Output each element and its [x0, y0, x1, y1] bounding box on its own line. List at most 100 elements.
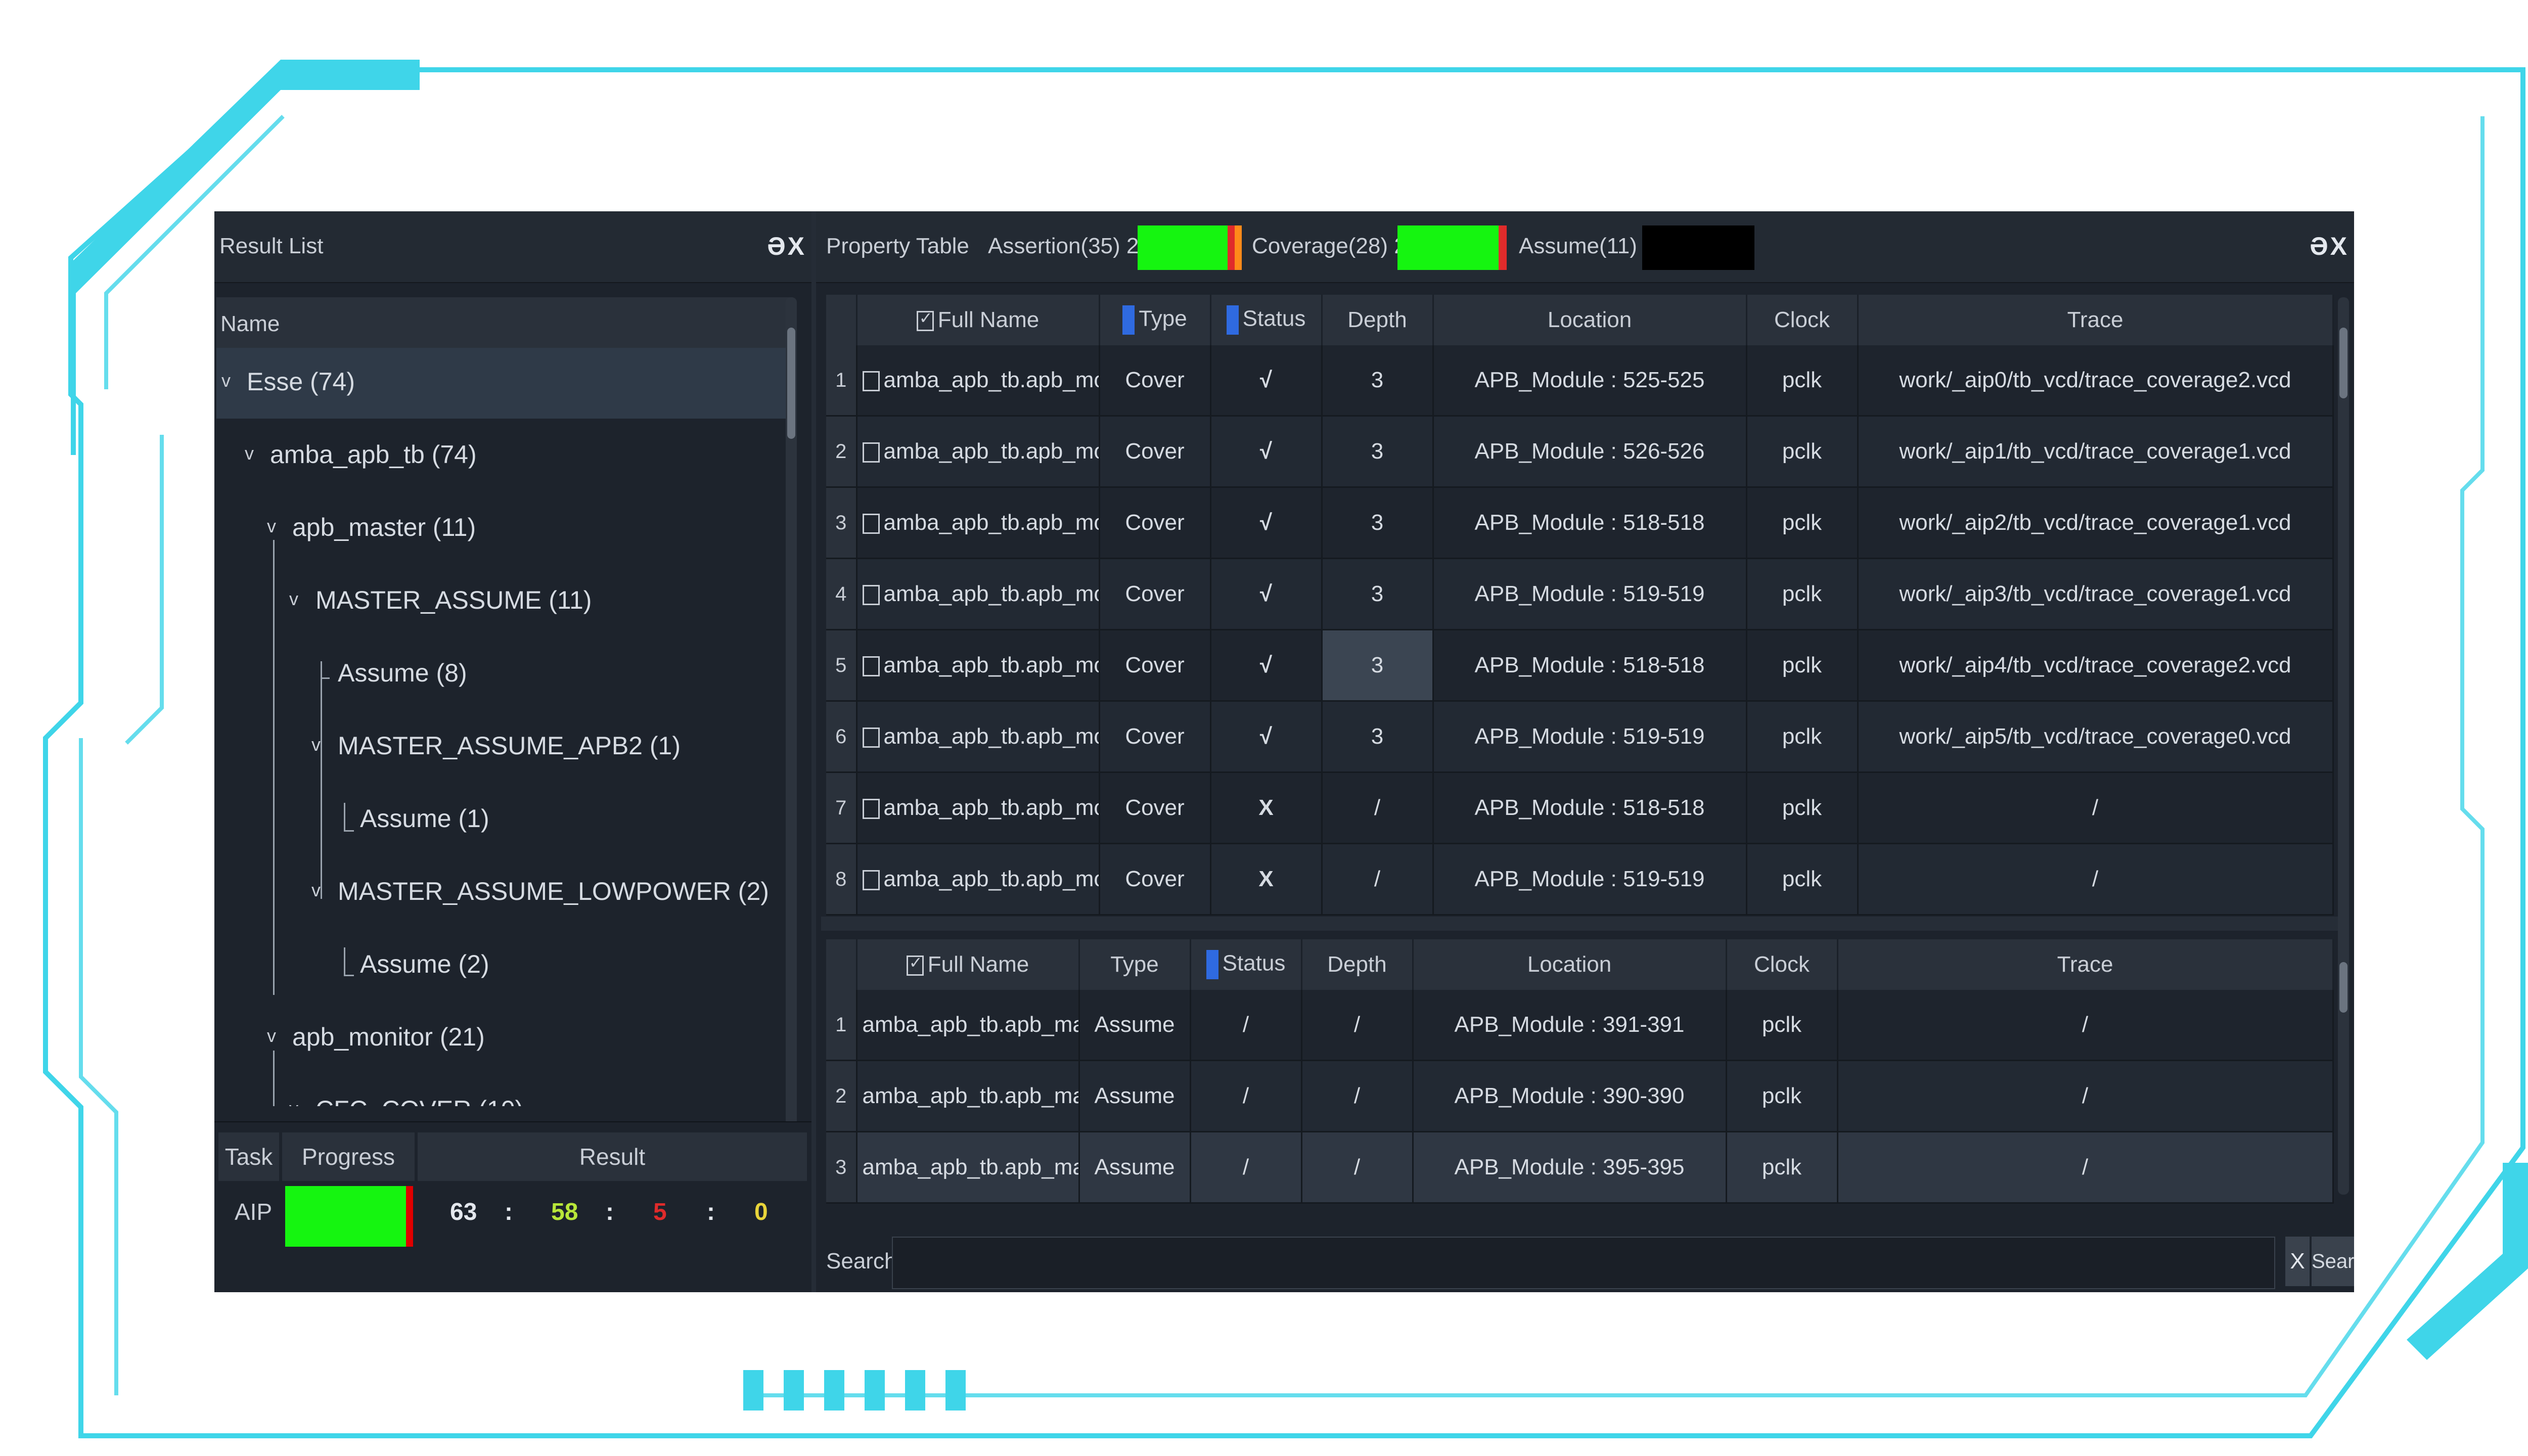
chevron-down-icon[interactable]: v — [267, 516, 276, 537]
trace-cell: / — [1837, 1131, 2334, 1204]
full-name-cell[interactable]: amba_apb_tb.apb_monitor.... — [856, 701, 1100, 773]
full-name-cell[interactable]: amba_apb_tb.apb_monitor.... — [856, 487, 1100, 559]
tree-item[interactable]: v MASTER_ASSUME_LOWPOWER (2) — [216, 857, 793, 928]
full-name-cell[interactable]: amba_apb_tb.apb_monitor.... — [856, 345, 1100, 417]
row-checkbox[interactable] — [862, 514, 880, 534]
table-row[interactable]: 2 amba_apb_tb.apb_monitor.... Cover √ 3 … — [826, 416, 2334, 488]
table-row[interactable]: 2 amba_apb_tb.apb_master.... Assume / / … — [826, 1060, 2334, 1132]
search-button[interactable]: Search — [2312, 1237, 2354, 1286]
row-checkbox[interactable] — [862, 442, 880, 463]
chevron-down-icon[interactable]: v — [221, 370, 231, 391]
full-name-cell[interactable]: amba_apb_tb.apb_monitor.... — [856, 772, 1100, 844]
column-header-type[interactable]: Type — [1099, 295, 1211, 345]
trace-cell[interactable]: work/_aip4/tb_vcd/trace_coverage2.vcd — [1858, 629, 2334, 702]
location-cell[interactable]: APB_Module : 518-518 — [1433, 629, 1747, 702]
tree-scrollbar[interactable] — [786, 297, 797, 1126]
trace-cell[interactable]: work/_aip5/tb_vcd/trace_coverage0.vcd — [1858, 701, 2334, 773]
location-cell[interactable]: APB_Module : 526-526 — [1433, 416, 1747, 488]
row-checkbox[interactable] — [862, 799, 880, 820]
filter-icon[interactable] — [1226, 305, 1239, 335]
tree-item[interactable]: v amba_apb_tb (74) — [216, 421, 793, 491]
trace-cell[interactable]: work/_aip3/tb_vcd/trace_coverage1.vcd — [1858, 558, 2334, 630]
table-row[interactable]: 7 amba_apb_tb.apb_monitor.... Cover X / … — [826, 772, 2334, 844]
location-cell[interactable]: APB_Module : 391-391 — [1413, 990, 1727, 1061]
column-header-trace[interactable]: Trace — [1837, 939, 2334, 990]
clear-search-button[interactable]: X — [2285, 1237, 2310, 1286]
column-header-clock[interactable]: Clock — [1726, 939, 1838, 990]
full-name-cell[interactable]: amba_apb_tb.apb_master.... — [856, 1131, 1080, 1204]
tree-item[interactable]: v apb_monitor (21) — [216, 1003, 793, 1074]
row-checkbox[interactable] — [862, 870, 880, 891]
table-row[interactable]: 1 amba_apb_tb.apb_master.... Assume / / … — [826, 990, 2334, 1061]
tree-item[interactable]: Assume (2) — [216, 930, 793, 1001]
full-name-cell[interactable]: amba_apb_tb.apb_monitor.... — [856, 558, 1100, 630]
tree-column-header[interactable]: Name — [216, 297, 793, 348]
table-row[interactable]: 3 amba_apb_tb.apb_monitor.... Cover √ 3 … — [826, 487, 2334, 559]
trace-cell[interactable]: work/_aip2/tb_vcd/trace_coverage1.vcd — [1858, 487, 2334, 559]
location-cell[interactable]: APB_Module : 518-518 — [1433, 772, 1747, 844]
tree-item[interactable]: v apb_master (11) — [216, 493, 793, 564]
column-header-trace[interactable]: Trace — [1858, 295, 2334, 345]
tree-item[interactable]: v MASTER_ASSUME (11) — [216, 566, 793, 637]
chevron-down-icon[interactable]: v — [245, 443, 254, 464]
chevron-down-icon[interactable]: v — [311, 734, 321, 755]
location-cell[interactable]: APB_Module : 518-518 — [1433, 487, 1747, 559]
chevron-down-icon[interactable]: v — [267, 1025, 276, 1046]
column-header-type[interactable]: Type — [1079, 939, 1191, 990]
column-header-full-name[interactable]: Full Name — [856, 295, 1100, 345]
row-checkbox[interactable] — [862, 585, 880, 606]
column-header-location[interactable]: Location — [1413, 939, 1727, 990]
full-name-cell[interactable]: amba_apb_tb.apb_monitor.... — [856, 843, 1100, 916]
table-splitter[interactable] — [821, 917, 2338, 931]
full-name-cell[interactable]: amba_apb_tb.apb_master.... — [856, 990, 1080, 1061]
full-name-cell[interactable]: amba_apb_tb.apb_master.... — [856, 1060, 1080, 1132]
select-all-checkbox[interactable] — [916, 308, 934, 332]
tree-item[interactable]: Assume (1) — [216, 785, 793, 855]
column-header-clock[interactable]: Clock — [1746, 295, 1859, 345]
tree-item[interactable]: Assume (8) — [216, 639, 793, 710]
trace-cell[interactable]: work/_aip1/tb_vcd/trace_coverage1.vcd — [1858, 416, 2334, 488]
column-header-status[interactable]: Status — [1190, 939, 1302, 990]
depth-cell[interactable]: 3 — [1322, 629, 1434, 702]
scrollbar-thumb[interactable] — [2339, 962, 2348, 1013]
table-row[interactable]: 8 amba_apb_tb.apb_monitor.... Cover X / … — [826, 843, 2334, 916]
tree-item[interactable]: v MASTER_ASSUME_APB2 (1) — [216, 712, 793, 783]
tree-item[interactable]: v CFC_COVER (10) — [216, 1076, 793, 1106]
search-input[interactable] — [892, 1237, 2275, 1289]
chevron-down-icon[interactable]: v — [289, 1098, 298, 1106]
location-cell[interactable]: APB_Module : 519-519 — [1433, 701, 1747, 773]
filter-icon[interactable] — [1122, 305, 1135, 335]
select-all-checkbox[interactable] — [906, 953, 924, 976]
filter-icon[interactable] — [1206, 950, 1218, 979]
scrollbar-thumb[interactable] — [2339, 328, 2348, 398]
column-header-status[interactable]: Status — [1210, 295, 1323, 345]
chevron-down-icon[interactable]: v — [289, 588, 298, 610]
row-checkbox[interactable] — [862, 656, 880, 677]
tree-item[interactable]: v Esse (74) — [216, 348, 793, 419]
assume-table-scrollbar[interactable] — [2338, 942, 2349, 1195]
row-checkbox[interactable] — [862, 727, 880, 748]
trace-cell[interactable]: work/_aip0/tb_vcd/trace_coverage2.vcd — [1858, 345, 2334, 417]
full-name-cell[interactable]: amba_apb_tb.apb_monitor.... — [856, 416, 1100, 488]
table-row[interactable]: 6 amba_apb_tb.apb_monitor.... Cover √ 3 … — [826, 701, 2334, 773]
table-row[interactable]: 1 amba_apb_tb.apb_monitor.... Cover √ 3 … — [826, 345, 2334, 417]
scrollbar-thumb[interactable] — [787, 328, 795, 439]
location-cell[interactable]: APB_Module : 519-519 — [1433, 843, 1747, 916]
location-cell[interactable]: APB_Module : 390-390 — [1413, 1060, 1727, 1132]
window-buttons[interactable]: ƏX — [767, 232, 806, 261]
panel-splitter[interactable] — [811, 211, 816, 1292]
column-header-location[interactable]: Location — [1433, 295, 1747, 345]
row-checkbox[interactable] — [862, 371, 880, 392]
column-header-depth[interactable]: Depth — [1322, 295, 1434, 345]
table-row[interactable]: 4 amba_apb_tb.apb_monitor.... Cover √ 3 … — [826, 558, 2334, 630]
location-cell[interactable]: APB_Module : 525-525 — [1433, 345, 1747, 417]
window-buttons[interactable]: ƏX — [2310, 232, 2349, 261]
full-name-cell[interactable]: amba_apb_tb.apb_monitor.... — [856, 629, 1100, 702]
location-cell[interactable]: APB_Module : 395-395 — [1413, 1131, 1727, 1204]
location-cell[interactable]: APB_Module : 519-519 — [1433, 558, 1747, 630]
chevron-down-icon[interactable]: v — [311, 880, 321, 901]
column-header-depth[interactable]: Depth — [1301, 939, 1414, 990]
table-row[interactable]: 5 amba_apb_tb.apb_monitor.... Cover √ 3 … — [826, 629, 2334, 702]
table-row[interactable]: 3 amba_apb_tb.apb_master.... Assume / / … — [826, 1131, 2334, 1204]
column-header-full-name[interactable]: Full Name — [856, 939, 1080, 990]
